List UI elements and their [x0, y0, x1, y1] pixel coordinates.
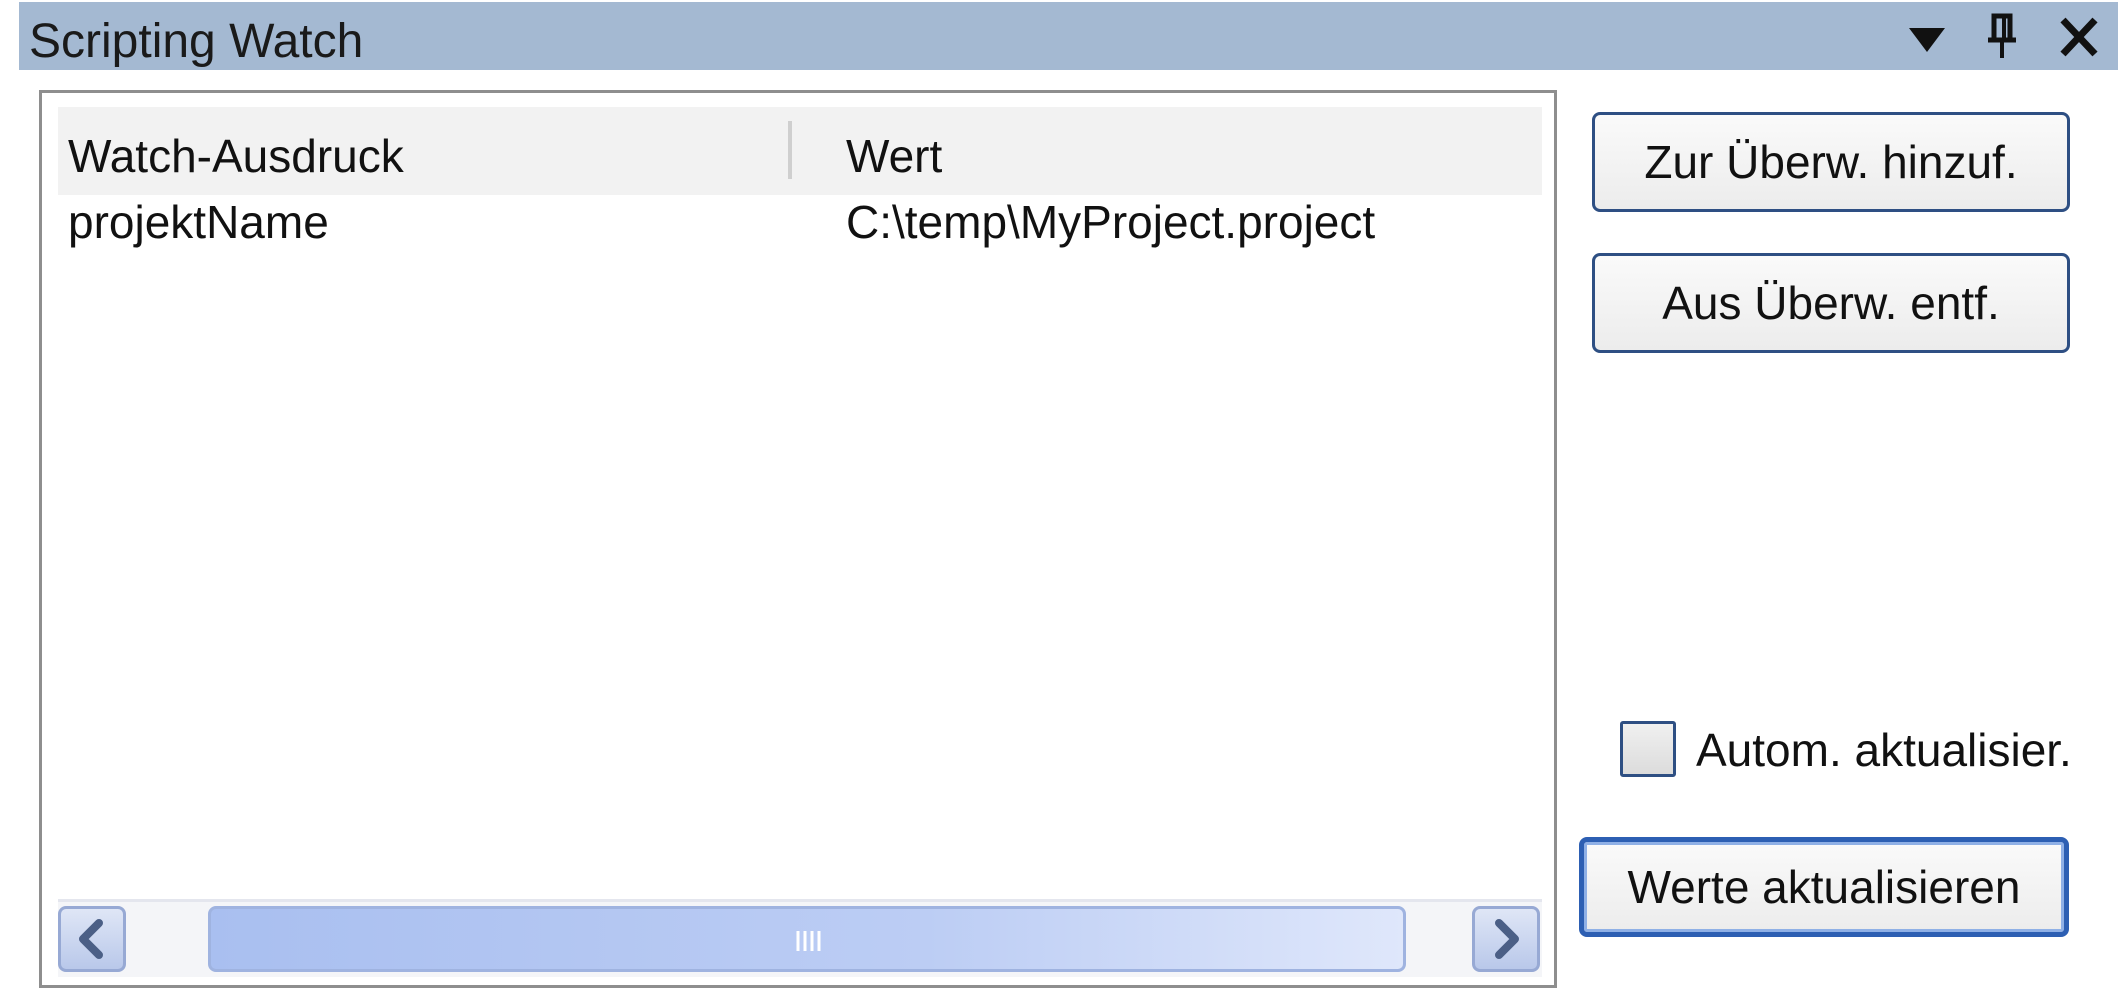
watch-value-cell[interactable]: C:\temp\MyProject.project — [846, 195, 1375, 249]
column-header-expression[interactable]: Watch-Ausdruck — [68, 129, 404, 183]
chevron-right-icon — [1495, 919, 1519, 959]
auto-update-label: Autom. aktualisier. — [1696, 724, 2072, 776]
watch-expression-cell[interactable]: projektName — [68, 195, 329, 249]
auto-update-checkbox[interactable]: Autom. aktualisier. — [1620, 721, 2120, 779]
column-header-value[interactable]: Wert — [846, 129, 942, 183]
window-title: Scripting Watch — [29, 15, 364, 68]
pin-icon[interactable] — [1978, 10, 2026, 62]
grip-icon — [796, 931, 821, 951]
column-separator[interactable] — [788, 121, 792, 179]
scroll-left-button[interactable] — [58, 906, 126, 972]
refresh-values-button[interactable]: Werte aktualisieren — [1579, 837, 2069, 937]
remove-from-watch-button[interactable]: Aus Überw. entf. — [1592, 253, 2070, 353]
scroll-right-button[interactable] — [1472, 906, 1540, 972]
scrollbar-thumb[interactable] — [208, 906, 1406, 972]
horizontal-scrollbar[interactable] — [58, 899, 1542, 977]
watch-list: Watch-Ausdruck Wert projektName C:\temp\… — [39, 90, 1557, 988]
chevron-left-icon — [79, 919, 103, 959]
triangle-down-icon[interactable] — [1903, 10, 1951, 62]
checkbox-box[interactable] — [1620, 721, 1676, 777]
add-to-watch-button[interactable]: Zur Überw. hinzuf. — [1592, 112, 2070, 212]
close-icon[interactable] — [2055, 10, 2103, 62]
list-header: Watch-Ausdruck Wert — [58, 107, 1542, 195]
scripting-watch-window: Scripting Watch Watch-Ausdruck Wert proj… — [0, 0, 2128, 1008]
title-bar: Scripting Watch — [19, 2, 2118, 70]
